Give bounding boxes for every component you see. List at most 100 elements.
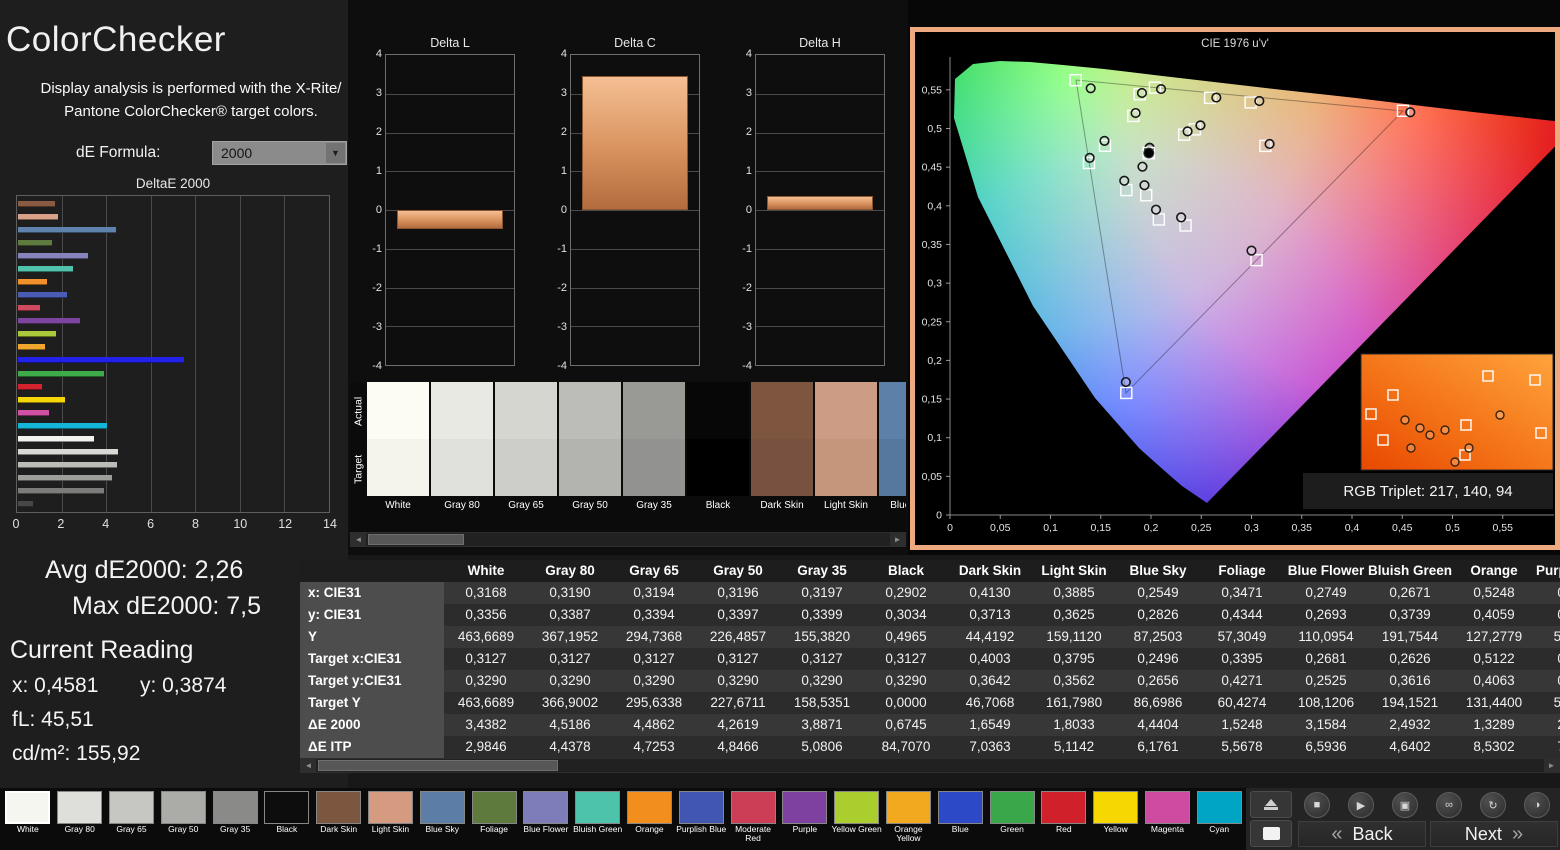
patch-black[interactable]: Black	[261, 790, 313, 850]
measured-point	[1131, 109, 1140, 118]
patch-yellow-green[interactable]: Yellow Green	[831, 790, 883, 850]
svg-text:0,2: 0,2	[927, 355, 942, 367]
patch-orange-yellow[interactable]: Orange Yellow	[883, 790, 935, 850]
strip-patch-blue-sky: Blue Sky	[879, 382, 906, 532]
delta-h-plot	[755, 54, 885, 366]
refresh-button[interactable]: ↻	[1480, 792, 1506, 818]
scroll-right-icon[interactable]: ►	[1544, 759, 1559, 772]
actual-row-label: Actual	[350, 382, 367, 440]
table-scrollbar[interactable]: ◄ ►	[300, 758, 1560, 773]
table-row[interactable]: y: CIE310,33560,33870,33940,33970,33990,…	[300, 604, 1560, 626]
measured-point	[1120, 176, 1129, 185]
strip-scroll-thumb[interactable]	[368, 534, 464, 545]
svg-text:0,15: 0,15	[1091, 522, 1112, 534]
measured-point	[1100, 137, 1109, 146]
strip-patch-black: Black	[687, 382, 749, 532]
rgb-triplet-label: RGB Triplet: 217, 140, 94	[1343, 483, 1512, 500]
cie-diagram: CIE 1976 u'v' 00,050,10,150,20,250,30,35…	[915, 32, 1555, 545]
measured-point	[1183, 127, 1192, 136]
play-icon: ▶	[1357, 799, 1365, 812]
refresh-icon: ↻	[1488, 799, 1497, 812]
patch-gray-50[interactable]: Gray 50	[157, 790, 209, 850]
patch-gray-35[interactable]: Gray 35	[209, 790, 261, 850]
table-row[interactable]: Target Y463,6689366,9002295,6338227,6711…	[300, 692, 1560, 714]
stop-button[interactable]: ■	[1304, 792, 1330, 818]
patch-light-skin[interactable]: Light Skin	[365, 790, 417, 850]
patch-yellow[interactable]: Yellow	[1090, 790, 1142, 850]
delta-h-y-axis: 43210-1-2-3-4	[738, 54, 754, 366]
patch-orange[interactable]: Orange	[624, 790, 676, 850]
deltae-plot-area	[16, 195, 330, 513]
back-button[interactable]: « Back	[1298, 821, 1426, 847]
description: Display analysis is performed with the X…	[30, 78, 352, 123]
measured-point	[1265, 140, 1274, 149]
table-row[interactable]: ΔE ITP2,98464,43784,72534,84665,080684,7…	[300, 736, 1560, 758]
zoom-inset	[1361, 354, 1553, 470]
measured-point	[1122, 378, 1131, 387]
patch-bluish-green[interactable]: Bluish Green	[572, 790, 624, 850]
measured-point	[1212, 93, 1221, 102]
table-scroll-thumb[interactable]	[318, 760, 558, 771]
patch-blue[interactable]: Blue	[934, 790, 986, 850]
contrast-button[interactable]: ◑	[1524, 792, 1550, 818]
patch-red[interactable]: Red	[1038, 790, 1090, 850]
svg-text:0,25: 0,25	[1191, 522, 1212, 534]
back-chevron-icon: «	[1331, 823, 1342, 846]
table-row[interactable]: ΔE 20003,43824,51864,48624,26193,88710,6…	[300, 714, 1560, 736]
patch-blue-sky[interactable]: Blue Sky	[416, 790, 468, 850]
patch-gray-80[interactable]: Gray 80	[54, 790, 106, 850]
chevron-down-icon[interactable]: ▼	[326, 143, 345, 163]
patch-gray-65[interactable]: Gray 65	[106, 790, 158, 850]
measured-point	[1138, 162, 1147, 171]
next-button[interactable]: Next »	[1430, 821, 1558, 847]
scroll-left-icon[interactable]: ◄	[301, 759, 316, 772]
table-row[interactable]: Target y:CIE310,32900,32900,32900,32900,…	[300, 670, 1560, 692]
patch-purplish-blue[interactable]: Purplish Blue	[675, 790, 727, 850]
scroll-right-icon[interactable]: ►	[890, 533, 905, 546]
strip-patch-gray-65: Gray 65	[495, 382, 557, 532]
transport-panel: ■ ▶ ▣ ∞ ↻ ◑ « Back Next »	[1246, 788, 1560, 850]
table-scroll-track[interactable]	[316, 759, 1544, 772]
play-button[interactable]: ▶	[1348, 792, 1374, 818]
patch-blue-flower[interactable]: Blue Flower	[520, 790, 572, 850]
measured-point	[1152, 205, 1161, 214]
display-button[interactable]	[1250, 820, 1292, 847]
table-row[interactable]: Y463,6689367,1952294,7368226,4857155,382…	[300, 626, 1560, 648]
deltae2000-chart: DeltaE 2000 02468101214	[8, 176, 338, 538]
eject-icon	[1265, 799, 1277, 806]
patch-dark-skin[interactable]: Dark Skin	[313, 790, 365, 850]
deltae-x-axis-labels: 02468101214	[16, 517, 330, 533]
de-formula-dropdown[interactable]: 2000 ▼	[212, 141, 347, 165]
svg-text:0,1: 0,1	[927, 432, 942, 444]
measured-point	[1085, 154, 1094, 163]
deltae-bar-orange	[18, 275, 328, 288]
patch-moderate-red[interactable]: Moderate Red	[727, 790, 779, 850]
current-reading-label: Current Reading	[10, 636, 193, 665]
scroll-left-icon[interactable]: ◄	[351, 533, 366, 546]
strip-axis-labels: Actual Target	[350, 382, 367, 532]
table-row[interactable]: x: CIE310,31680,31900,31940,31960,31970,…	[300, 582, 1560, 604]
loop-button[interactable]: ∞	[1436, 792, 1462, 818]
patch-magenta[interactable]: Magenta	[1142, 790, 1194, 850]
patch-foliage[interactable]: Foliage	[468, 790, 520, 850]
patch-white[interactable]: White	[2, 790, 54, 850]
svg-text:0,5: 0,5	[1445, 522, 1460, 534]
svg-text:0,55: 0,55	[1493, 522, 1514, 534]
page-title: ColorChecker	[6, 20, 226, 60]
patch-green[interactable]: Green	[986, 790, 1038, 850]
patch-purple[interactable]: Purple	[779, 790, 831, 850]
deltae-bar-red	[18, 380, 328, 393]
cie-1976-chart: CIE 1976 u'v' 00,050,10,150,20,250,30,35…	[910, 27, 1560, 550]
contrast-icon: ◑	[1534, 799, 1541, 811]
svg-text:0,3: 0,3	[1244, 522, 1259, 534]
dl-bar	[397, 210, 503, 229]
strip-scrollbar[interactable]: ◄ ►	[350, 532, 906, 547]
record-button[interactable]: ▣	[1392, 792, 1418, 818]
strip-patch-light-skin: Light Skin	[815, 382, 877, 532]
strip-patch-white: White	[367, 382, 429, 532]
table-row[interactable]: Target x:CIE310,31270,31270,31270,31270,…	[300, 648, 1560, 670]
strip-scroll-track[interactable]	[366, 533, 890, 546]
deltae-bar-black	[18, 498, 328, 511]
patch-cyan[interactable]: Cyan	[1193, 790, 1245, 850]
eject-button[interactable]	[1250, 791, 1292, 818]
